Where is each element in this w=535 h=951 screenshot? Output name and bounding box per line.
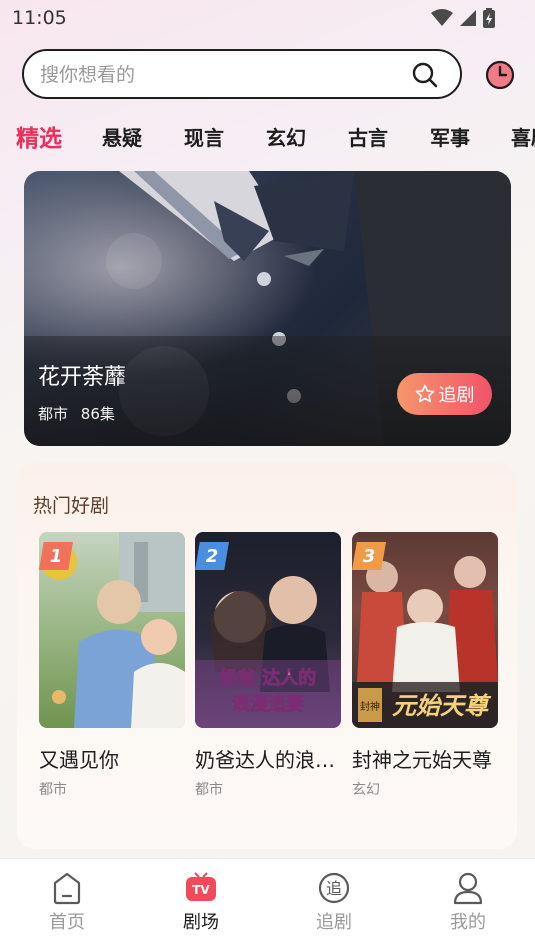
home-icon (53, 872, 81, 905)
tab-modern-romance[interactable]: 现言 (184, 122, 224, 151)
drama-genre: 都市 (39, 782, 67, 798)
banner-title: 花开荼蘼 (38, 365, 127, 390)
search-row (22, 49, 517, 99)
drama-name[interactable]: 又遇见你 (39, 744, 187, 773)
search-input[interactable] (40, 61, 400, 89)
tv-icon: TV (186, 872, 216, 901)
star-icon (415, 384, 434, 403)
drama-card-2[interactable]: 奶爸 达人的 浪漫追妻 2 奶爸达人的浪漫追妻 都市 (195, 532, 343, 799)
nav-theater[interactable]: TV 剧场 (156, 871, 246, 934)
section-title: 热门好剧 (33, 495, 110, 517)
status-time: 11:05 (12, 7, 67, 29)
follow-button-label: 追剧 (438, 385, 475, 406)
banner-episodes: 86集 (80, 405, 115, 423)
tab-military[interactable]: 军事 (430, 122, 470, 151)
drama-genre: 都市 (195, 782, 223, 798)
drama-poster-2[interactable]: 奶爸 达人的 浪漫追妻 2 (195, 532, 341, 728)
nav-label: 首页 (49, 912, 85, 933)
drama-name[interactable]: 奶爸达人的浪漫追妻 (195, 744, 343, 773)
follow-icon-text: 追 (326, 879, 342, 898)
drama-card-1[interactable]: 1 又遇见你 都市 (39, 532, 185, 799)
wifi-icon (431, 9, 453, 26)
drama-name[interactable]: 封神之元始天尊 (352, 744, 500, 773)
bottom-nav: 首页 TV 剧场 追 追剧 我的 (0, 858, 535, 951)
tab-fantasy[interactable]: 玄幻 (266, 122, 306, 151)
drama-poster-1[interactable]: 1 (39, 532, 185, 728)
hot-dramas-section: 热门好剧 1 又遇见你 都市 奶爸 达人的 浪漫追妻 2 奶爸达人的浪漫 都市 … (17, 463, 517, 849)
nav-home[interactable]: 首页 (22, 871, 112, 934)
status-bar: 11:05 (0, 0, 535, 36)
featured-banner[interactable]: 花开荼蘼 都市 86集 追剧 (24, 171, 511, 446)
nav-label: 剧场 (183, 912, 219, 933)
poster-caption-line1: 奶爸 达人的 (220, 667, 316, 689)
tab-mystery[interactable]: 悬疑 (102, 122, 142, 151)
search-icon[interactable] (412, 62, 438, 88)
status-icons (431, 8, 495, 28)
tab-comedy[interactable]: 喜剧 (511, 122, 535, 151)
poster-seal-text: 封神 (360, 700, 380, 713)
tv-icon-text: TV (192, 883, 210, 897)
search-box[interactable] (22, 49, 462, 99)
tab-ancient-romance[interactable]: 古言 (348, 122, 388, 151)
nav-profile[interactable]: 我的 (423, 871, 513, 934)
rank-badge: 1 (39, 542, 73, 570)
tab-featured[interactable]: 精选 (16, 119, 62, 153)
battery-icon (483, 8, 495, 28)
profile-icon (453, 872, 483, 905)
rank-badge: 3 (352, 542, 386, 570)
nav-follow[interactable]: 追 追剧 (289, 871, 379, 934)
drama-genre: 玄幻 (352, 782, 380, 798)
drama-card-3[interactable]: 封神 元始天尊 3 封神之元始天尊 玄幻 (352, 532, 498, 799)
rank-badge: 2 (195, 542, 229, 570)
nav-label: 我的 (450, 912, 486, 933)
poster-caption: 元始天尊 (392, 691, 492, 720)
history-icon[interactable] (485, 60, 515, 90)
banner-genre: 都市 (38, 405, 69, 423)
nav-label: 追剧 (316, 912, 352, 933)
poster-caption-line2: 浪漫追妻 (232, 693, 304, 715)
drama-poster-3[interactable]: 封神 元始天尊 3 (352, 532, 498, 728)
follow-button[interactable]: 追剧 (397, 373, 492, 415)
banner-meta: 都市 86集 (38, 403, 123, 424)
follow-icon: 追 (318, 872, 350, 904)
category-tabs: 精选 悬疑 现言 玄幻 古言 军事 喜剧 (0, 118, 535, 154)
signal-icon (460, 10, 476, 26)
